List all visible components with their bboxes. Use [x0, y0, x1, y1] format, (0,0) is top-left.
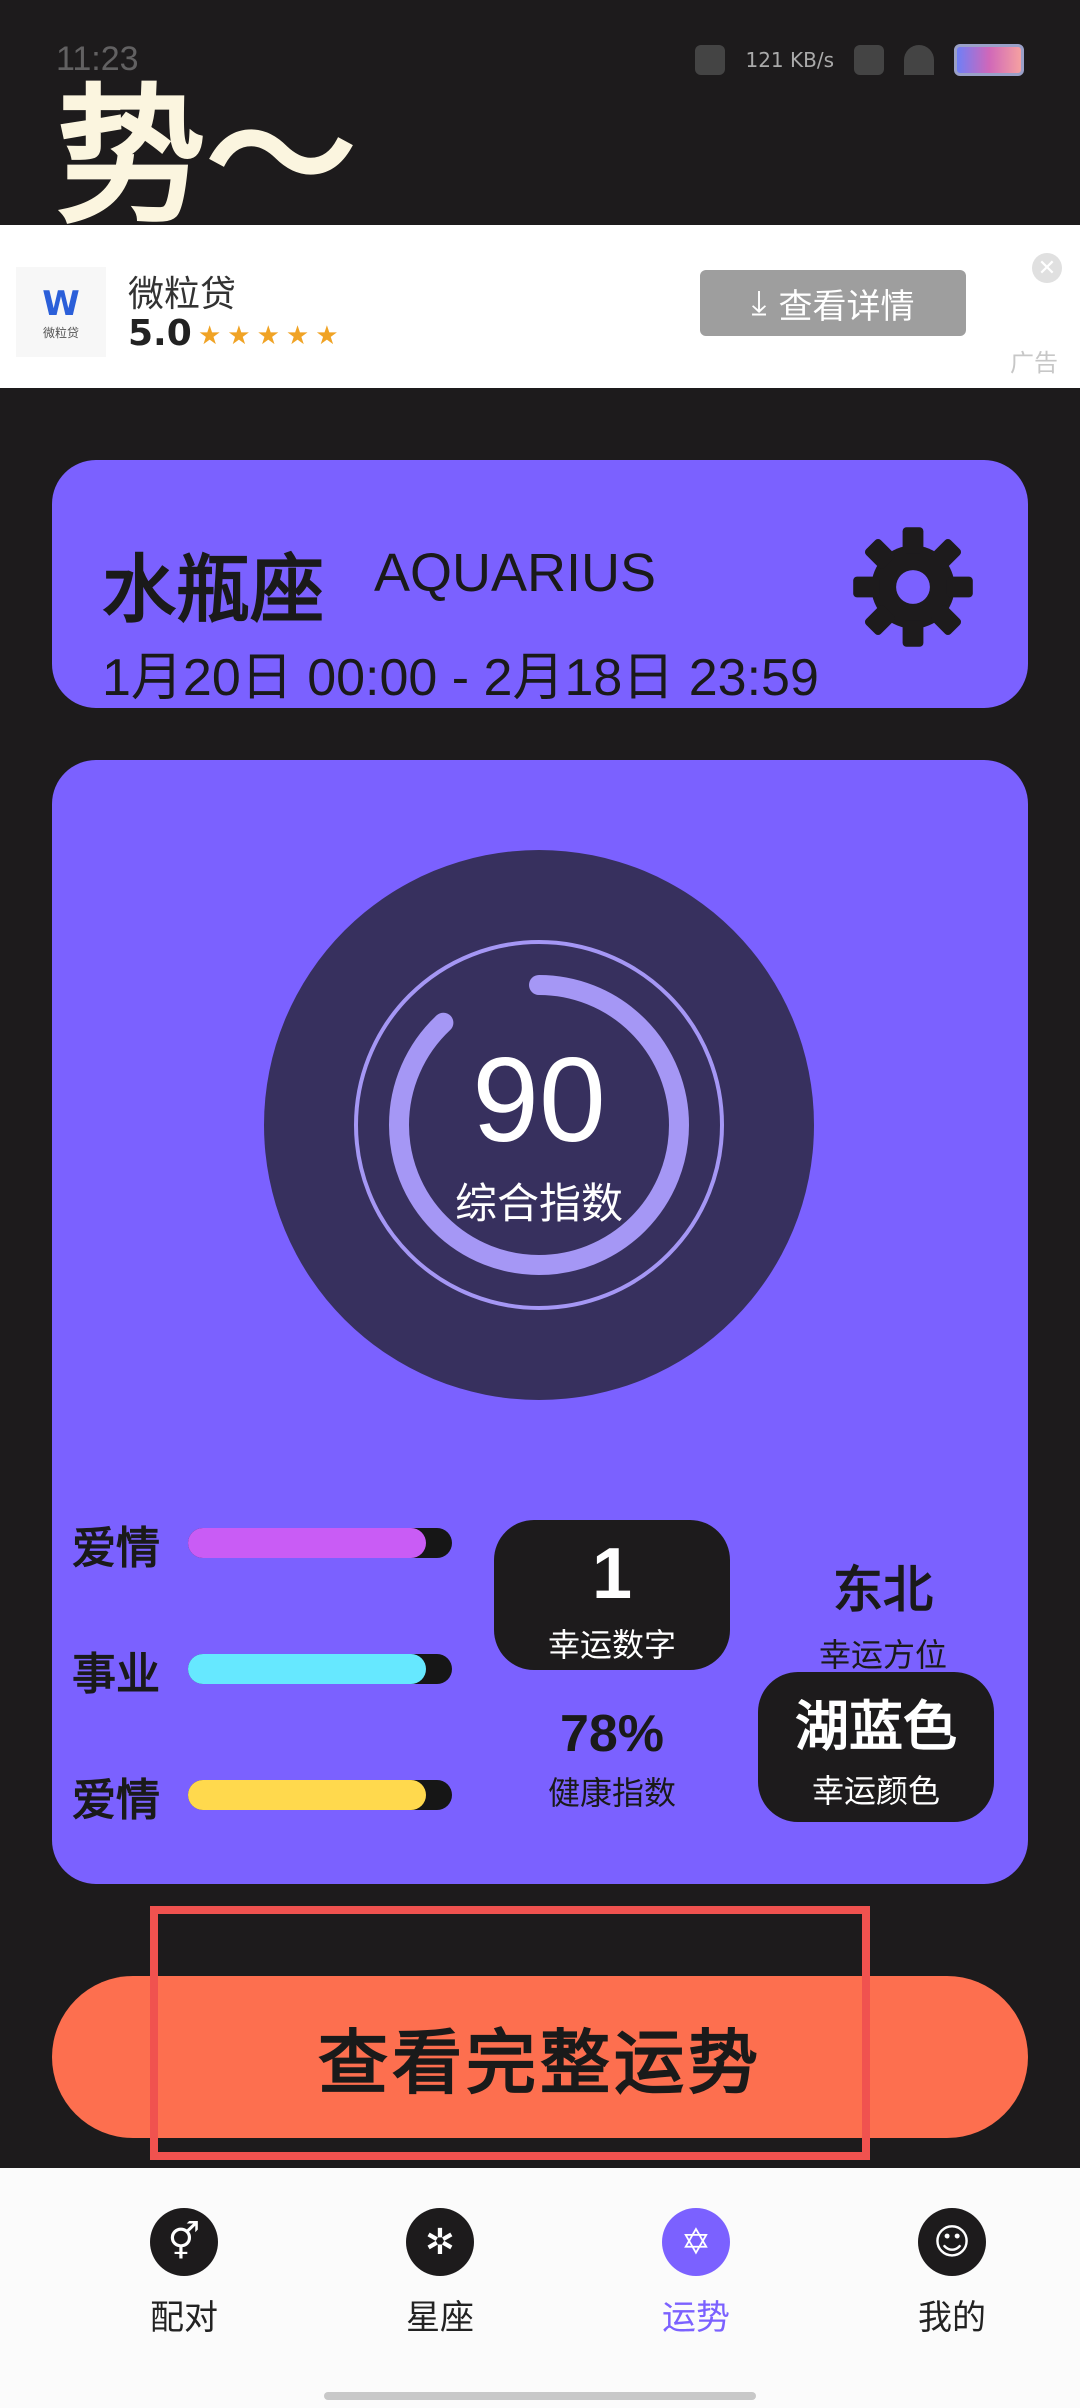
lucky-number: 1: [591, 1534, 633, 1614]
nav-label: 运势: [662, 2298, 730, 2338]
star-icon: ✡: [662, 2208, 730, 2276]
bottom-nav: ⚥ 配对 ✲ 星座 ✡ 运势 ☺ 我的: [0, 2168, 1080, 2408]
health-index: 78% 健康指数: [494, 1704, 730, 1814]
hero-title: 有你不为过运 势～: [56, 0, 956, 241]
ad-detail-button[interactable]: ⤓ 查看详情: [700, 270, 966, 336]
bar-fill: [188, 1528, 426, 1558]
download-icon: ⤓: [751, 283, 767, 323]
score-value: 90: [472, 1033, 606, 1167]
hero-title-line2: 势～: [56, 71, 357, 245]
gear-icon[interactable]: [848, 522, 978, 652]
status-icons: 121 KB/s: [695, 44, 1024, 76]
gender-icon: ⚥: [150, 2208, 218, 2276]
nav-label: 配对: [150, 2298, 218, 2338]
zodiac-name-en: AQUARIUS: [374, 543, 657, 603]
profile-icon: ☺: [918, 2208, 986, 2276]
ad-banner[interactable]: W 微粒贷 微粒贷 5.0 ★★★★★ ⤓ 查看详情 ✕ 广告: [0, 225, 1080, 388]
ad-detail-label: 查看详情: [778, 286, 915, 327]
zodiac-date-range: 1月20日 00:00 - 2月18日 23:59: [102, 649, 819, 707]
bar-track: [188, 1654, 452, 1684]
home-indicator[interactable]: [324, 2392, 756, 2400]
battery-icon: [954, 44, 1024, 76]
lucky-color-box: 湖蓝色 幸运颜色: [758, 1672, 994, 1822]
zodiac-name-cn: 水瓶座: [102, 547, 324, 633]
score-dial: 90 综合指数: [264, 850, 814, 1400]
mute-icon: [695, 45, 726, 75]
nav-item-fortune[interactable]: ✡ 运势: [596, 2208, 796, 2339]
bar-label: 事业: [72, 1649, 160, 1700]
lucky-color-label: 幸运颜色: [811, 1772, 940, 1810]
health-value: 78%: [559, 1705, 665, 1763]
nav-label: 星座: [406, 2298, 474, 2338]
score-label: 综合指数: [454, 1179, 623, 1228]
constellation-icon: ✲: [406, 2208, 474, 2276]
nfc-icon: [854, 45, 884, 75]
status-time: 11:23: [56, 40, 139, 78]
zodiac-card: 水瓶座 AQUARIUS 1月20日 00:00 - 2月18日 23:59: [52, 460, 1028, 708]
bar-fill: [188, 1780, 426, 1810]
lucky-direction-value: 东北: [833, 1561, 933, 1619]
nav-item-zodiac[interactable]: ✲ 星座: [340, 2208, 540, 2339]
bar-track: [188, 1528, 452, 1558]
wifi-icon: [904, 45, 934, 75]
ad-stars: ★★★★★: [198, 321, 345, 351]
bar-label: 爱情: [72, 1775, 160, 1826]
nav-item-match[interactable]: ⚥ 配对: [84, 2208, 284, 2339]
bar-fill: [188, 1654, 426, 1684]
ad-logo: W 微粒贷: [16, 267, 106, 357]
lucky-color: 湖蓝色: [795, 1695, 957, 1758]
close-icon[interactable]: ✕: [1032, 253, 1062, 283]
lucky-number-box: 1 幸运数字: [494, 1520, 730, 1670]
ad-rating: 5.0: [128, 313, 192, 354]
fortune-card: 90 综合指数 爱情 事业 爱情 1 幸运数字 东北 幸运方位 78% 健康指数…: [52, 760, 1028, 1884]
net-speed: 121 KB/s: [745, 48, 834, 72]
nav-item-me[interactable]: ☺ 我的: [852, 2208, 1052, 2339]
bar-track: [188, 1780, 452, 1810]
ad-label: 广告: [1010, 349, 1058, 377]
bar-label: 爱情: [72, 1523, 160, 1574]
full-fortune-button[interactable]: 查看完整运势: [52, 1976, 1028, 2138]
lucky-number-label: 幸运数字: [547, 1626, 676, 1664]
ad-app-name: 微粒贷: [128, 274, 237, 315]
health-label: 健康指数: [547, 1774, 676, 1812]
nav-label: 我的: [918, 2298, 986, 2338]
lucky-direction-label: 幸运方位: [818, 1636, 947, 1674]
lucky-direction: 东北 幸运方位: [758, 1550, 1008, 1676]
